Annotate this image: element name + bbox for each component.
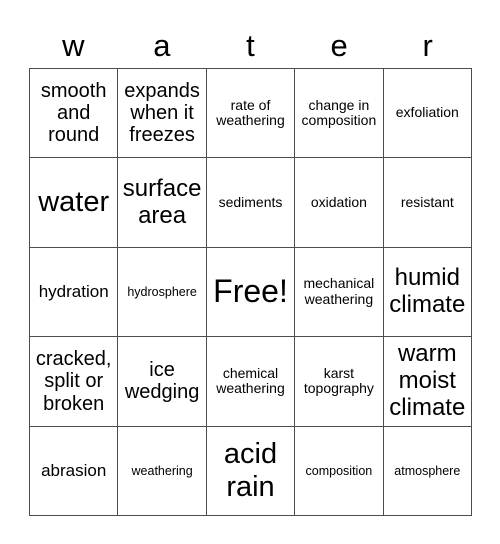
bingo-cell[interactable]: resistant (383, 158, 472, 248)
bingo-cell-label: karst topography (303, 364, 374, 397)
bingo-header-letter-3: e (330, 27, 348, 63)
bingo-cell-label: change in composition (301, 96, 377, 129)
bingo-cell-label: oxidation (310, 193, 367, 210)
bingo-header-letter-4: r (422, 27, 433, 63)
bingo-cell[interactable]: hydration (30, 247, 119, 338)
bingo-cell[interactable]: weathering (118, 426, 207, 516)
bingo-cell-label: sediments (218, 193, 283, 210)
bingo-cell-label: hydrosphere (127, 284, 197, 299)
bingo-cell[interactable]: sediments (206, 158, 296, 248)
bingo-cell-label: weathering (131, 463, 193, 478)
bingo-cell[interactable]: mechanical weathering (295, 247, 384, 338)
bingo-cell-label: mechanical weathering (303, 275, 375, 307)
bingo-cell-label: acid rain (223, 438, 278, 503)
bingo-grid: smooth and round expands when it freezes r… (29, 68, 472, 516)
bingo-cell[interactable]: hydrosphere (118, 247, 207, 338)
bingo-cell-label: exfoliation (395, 104, 459, 121)
bingo-cell-label: resistant (400, 193, 454, 210)
bingo-cell[interactable]: exfoliation (383, 69, 472, 159)
bingo-cell-label: warm moist climate (389, 340, 466, 421)
bingo-cell[interactable]: warm moist climate (383, 337, 472, 427)
bingo-cell-label: rate of weathering (216, 96, 285, 129)
bingo-cell-label: ice wedging (124, 359, 200, 404)
bingo-cell-label: expands when it freezes (124, 79, 200, 147)
bingo-cell[interactable]: smooth and round (30, 69, 119, 159)
bingo-cell[interactable]: change in composition (295, 69, 384, 159)
bingo-header-letters: water (29, 22, 472, 68)
bingo-cell-label: abrasion (41, 461, 107, 481)
bingo-header-letter-1: a (153, 27, 171, 63)
bingo-cell[interactable]: abrasion (30, 426, 119, 516)
bingo-cell-free[interactable]: Free! (206, 247, 296, 338)
bingo-cell[interactable]: composition (295, 426, 384, 516)
bingo-cell[interactable]: surface area (118, 158, 207, 248)
bingo-cell[interactable]: karst topography (295, 337, 384, 427)
bingo-cell[interactable]: atmosphere (383, 426, 472, 516)
bingo-cell[interactable]: water (30, 158, 119, 248)
bingo-cell-label: surface area (122, 174, 202, 229)
bingo-cell[interactable]: ice wedging (118, 337, 207, 427)
bingo-cell-label: composition (305, 463, 373, 478)
bingo-cell-label: humid climate (389, 264, 466, 318)
bingo-cell-label: chemical weathering (216, 364, 285, 397)
bingo-cell-label: smooth and round (40, 79, 107, 147)
bingo-cell[interactable]: cracked, split or broken (30, 337, 119, 427)
bingo-cell-label: water (38, 186, 110, 219)
bingo-cell-label: hydration (38, 282, 109, 302)
bingo-header-letter-2: t (246, 27, 255, 63)
bingo-cell[interactable]: humid climate (383, 247, 472, 338)
bingo-cell[interactable]: oxidation (295, 158, 384, 248)
bingo-cell[interactable]: acid rain (206, 426, 296, 516)
bingo-cell-label: cracked, split or broken (35, 347, 112, 415)
bingo-card: water smooth and round expands when it fr… (0, 0, 500, 544)
bingo-cell[interactable]: expands when it freezes (118, 69, 207, 159)
bingo-cell[interactable]: rate of weathering (206, 69, 296, 159)
bingo-header-letter-0: w (62, 27, 85, 63)
bingo-cell[interactable]: chemical weathering (206, 337, 296, 427)
bingo-cell-label: atmosphere (394, 463, 461, 478)
bingo-cell-label: Free! (213, 273, 288, 310)
